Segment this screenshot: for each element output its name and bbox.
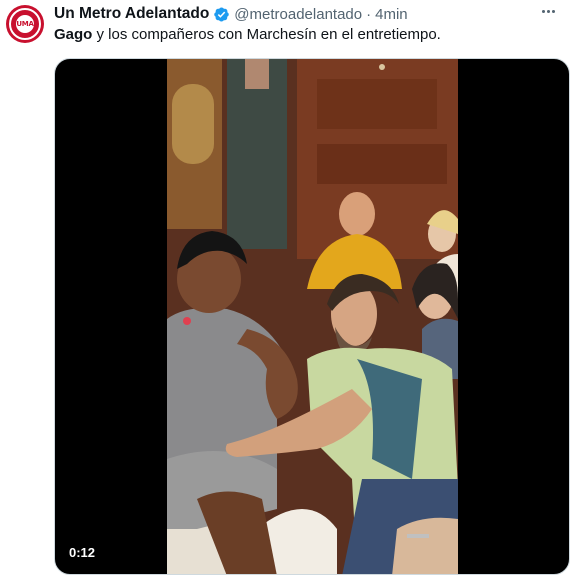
video-duration: 0:12 (69, 545, 96, 560)
separator-dot: · (366, 5, 372, 23)
tweet-text-rest: y los compañeros con Marchesín en el ent… (92, 26, 441, 43)
avatar-logo-text: UMA (16, 20, 34, 28)
more-icon[interactable] (538, 2, 558, 20)
avatar-logo: UMA (9, 8, 41, 40)
verified-badge-icon (213, 6, 230, 23)
video-frame (167, 59, 458, 574)
display-name[interactable]: Un Metro Adelantado (54, 5, 209, 23)
video-player[interactable]: 0:12 (54, 58, 570, 575)
tweet-header: Un Metro Adelantado @metroadelantado · 4… (54, 4, 572, 24)
tweet-text-bold: Gago (54, 26, 93, 43)
timestamp[interactable]: 4min (375, 6, 408, 23)
tweet[interactable]: UMA Un Metro Adelantado @metroadelantado… (0, 0, 572, 583)
handle[interactable]: @metroadelantado (234, 6, 362, 23)
avatar[interactable]: UMA (6, 5, 44, 43)
tweet-text: Gago y los compañeros con Marchesín en e… (54, 25, 441, 45)
